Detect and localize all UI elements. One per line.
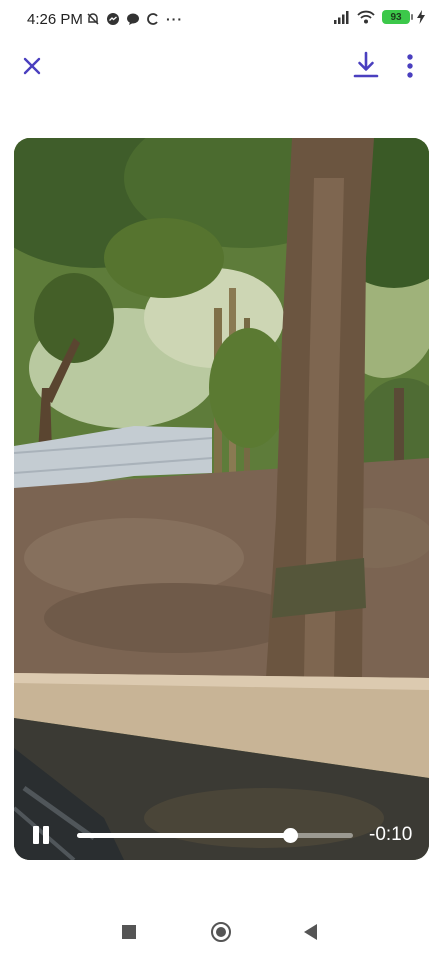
video-frame [14, 138, 429, 860]
back-triangle-icon[interactable] [304, 924, 317, 940]
more-vertical-icon[interactable] [398, 52, 422, 80]
seek-thumb[interactable] [282, 828, 298, 843]
battery-icon: 93 [382, 10, 413, 24]
more-notifications-icon: ··· [166, 11, 183, 27]
playback-controls: -0:10 [14, 810, 429, 860]
notification-icons: ··· [86, 11, 183, 27]
wifi-icon [357, 10, 375, 24]
remaining-time: -0:10 [369, 824, 413, 845]
status-time: 4:26 PM [27, 11, 83, 28]
messenger-icon [107, 13, 119, 25]
sync-icon [147, 13, 158, 25]
app-bar [0, 40, 443, 90]
home-circle-icon[interactable] [211, 922, 231, 942]
battery-level: 93 [390, 11, 402, 23]
pause-icon[interactable] [30, 824, 52, 846]
recents-square-icon[interactable] [122, 925, 136, 939]
system-nav-bar [0, 908, 443, 960]
signal-icon [334, 10, 349, 24]
seek-progress [77, 833, 290, 838]
status-bar: 4:26 PM ··· 93 [0, 0, 443, 40]
seek-bar[interactable] [77, 828, 353, 843]
system-indicators: 93 [334, 10, 425, 24]
video-player[interactable]: -0:10 [14, 138, 429, 860]
download-icon[interactable] [352, 50, 380, 80]
close-icon[interactable] [18, 52, 46, 80]
alarm-off-icon [87, 13, 99, 25]
chat-bubble-icon [127, 13, 139, 25]
charging-icon [417, 10, 425, 24]
